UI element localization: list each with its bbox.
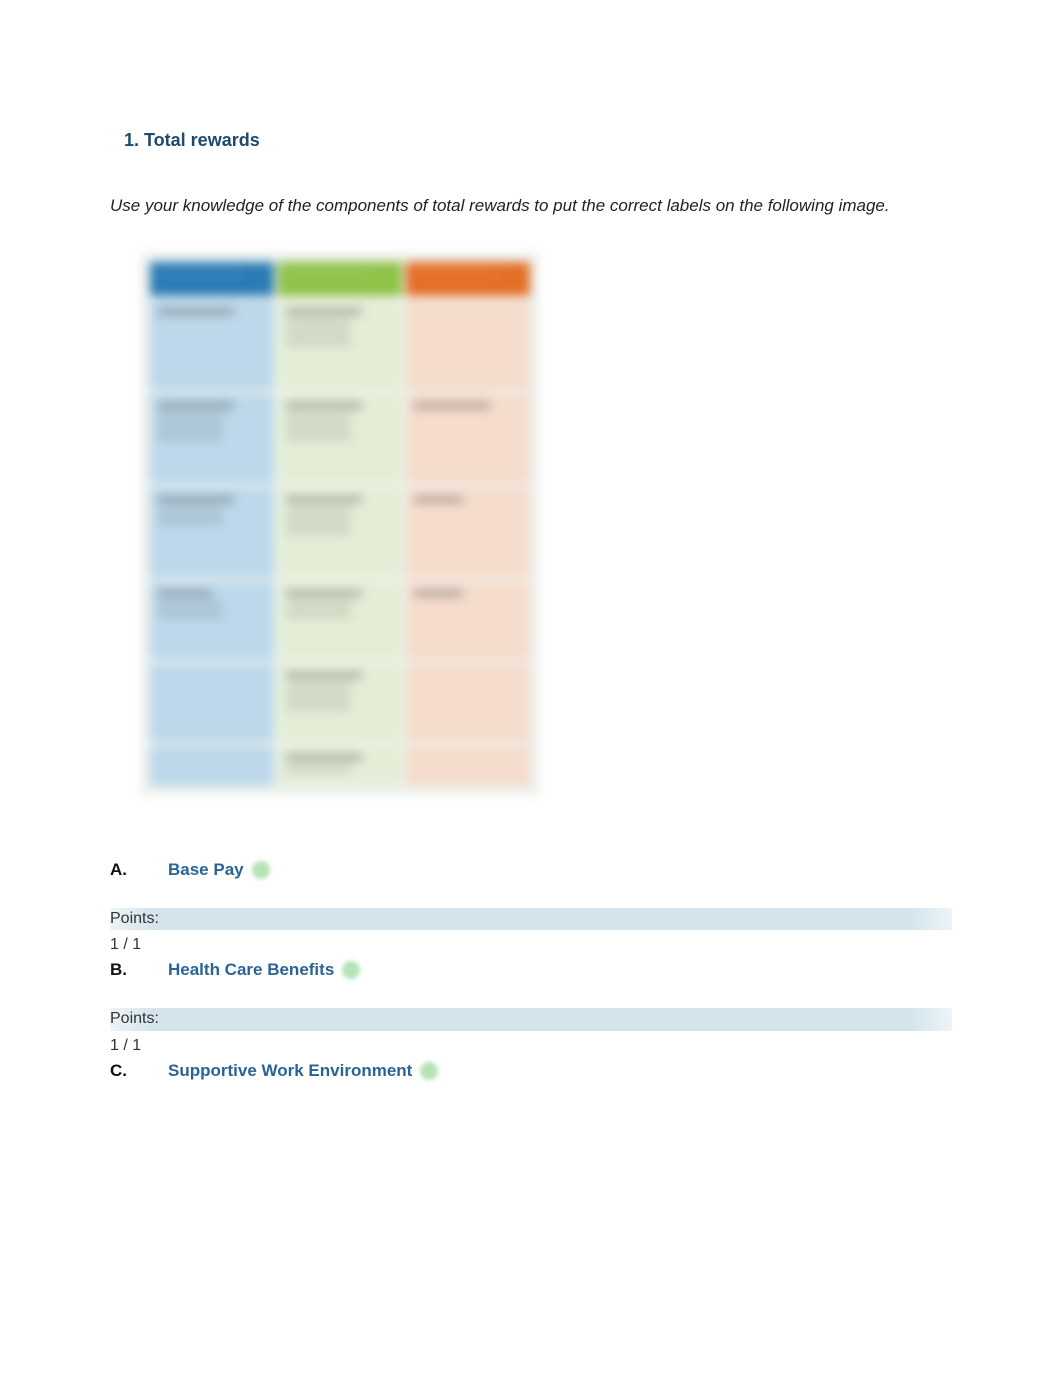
cell [150, 746, 274, 786]
answer-row-a: A. Base Pay [110, 860, 952, 880]
cell [406, 746, 530, 786]
correct-badge-icon [342, 961, 360, 979]
total-rewards-table [140, 252, 540, 796]
answer-text[interactable]: Supportive Work Environment [168, 1061, 412, 1081]
points-label: Points: [110, 910, 952, 928]
cell [278, 488, 402, 578]
correct-badge-icon [420, 1062, 438, 1080]
answer-label: B. [110, 960, 168, 980]
answer-text[interactable]: Health Care Benefits [168, 960, 334, 980]
table-header-row [148, 260, 532, 298]
labeling-image [140, 252, 540, 840]
header-col1 [150, 262, 274, 296]
answer-row-b: B. Health Care Benefits [110, 960, 952, 980]
points-block: Points: 1 / 1 [110, 1008, 952, 1055]
cell [278, 300, 402, 390]
cell [406, 488, 530, 578]
table-row [148, 298, 532, 392]
question-container: 1. Total rewards Use your knowledge of t… [110, 130, 952, 1081]
cell [406, 664, 530, 742]
answer-text[interactable]: Base Pay [168, 860, 244, 880]
cell [150, 488, 274, 578]
chart-footer-text [140, 796, 540, 811]
cell [406, 582, 530, 660]
points-value: 1 / 1 [110, 1037, 952, 1055]
cell [150, 300, 274, 390]
cell [278, 394, 402, 484]
cell [406, 300, 530, 390]
header-col2 [278, 262, 402, 296]
points-bar: Points: [110, 1008, 952, 1030]
cell [150, 582, 274, 660]
answer-label: A. [110, 860, 168, 880]
table-row [148, 744, 532, 788]
table-row [148, 486, 532, 580]
points-bar: Points: [110, 908, 952, 930]
correct-badge-icon [252, 861, 270, 879]
table-row [148, 662, 532, 744]
cell [278, 746, 402, 786]
cell [278, 582, 402, 660]
cell [150, 394, 274, 484]
cell [150, 664, 274, 742]
question-title: 1. Total rewards [124, 130, 952, 151]
cell [278, 664, 402, 742]
cell [406, 394, 530, 484]
table-row [148, 392, 532, 486]
points-block: Points: 1 / 1 [110, 908, 952, 955]
answer-row-c: C. Supportive Work Environment [110, 1061, 952, 1081]
table-row [148, 580, 532, 662]
answer-label: C. [110, 1061, 168, 1081]
points-label: Points: [110, 1010, 952, 1028]
question-instructions: Use your knowledge of the components of … [110, 191, 952, 222]
points-value: 1 / 1 [110, 936, 952, 954]
chart-caption [140, 817, 540, 840]
header-col3 [406, 262, 530, 296]
